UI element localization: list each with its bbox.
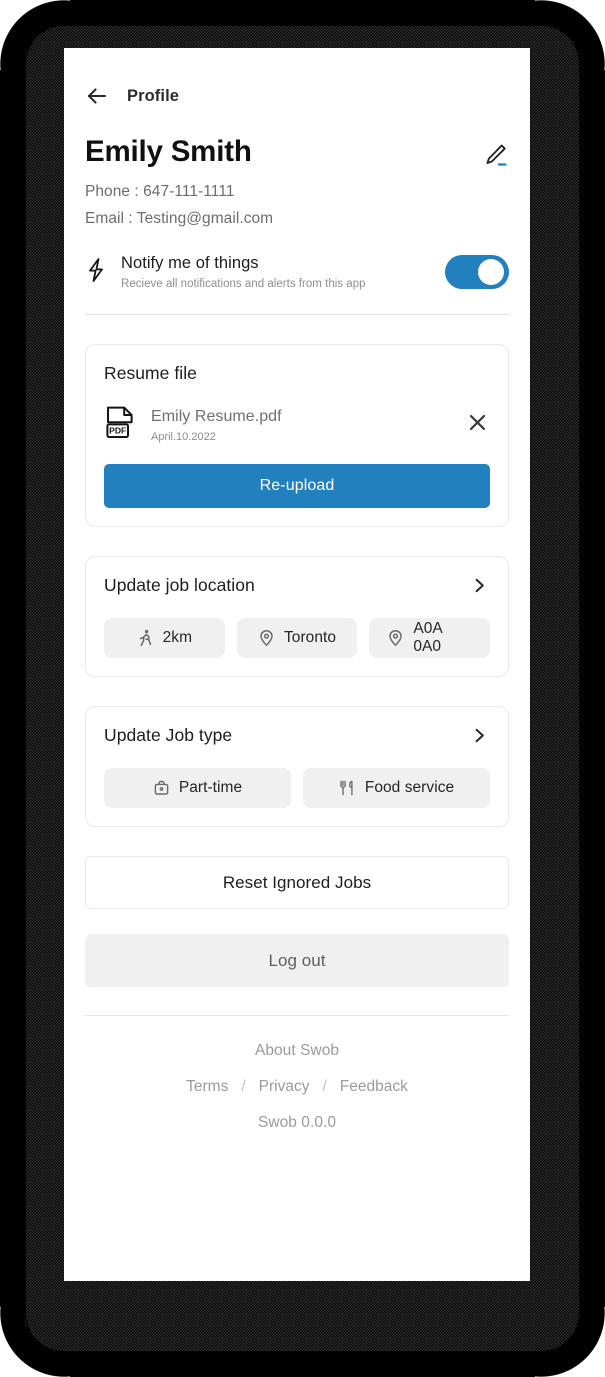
topbar: Profile bbox=[64, 48, 530, 108]
logout-button[interactable]: Log out bbox=[85, 934, 509, 987]
walking-person-icon bbox=[137, 629, 154, 647]
chip-city-label: Toronto bbox=[283, 629, 337, 646]
chevron-right-icon[interactable] bbox=[471, 577, 490, 594]
resume-card: Resume file PDF Emily Resume.pdf April.1… bbox=[85, 344, 509, 527]
resume-file-name: Emily Resume.pdf bbox=[151, 407, 282, 425]
resume-file-row: PDF Emily Resume.pdf April.10.2022 bbox=[104, 406, 490, 444]
footer: About Swob Terms / Privacy / Feedback Sw… bbox=[64, 1016, 530, 1132]
job-type-header[interactable]: Update Job type bbox=[104, 725, 490, 746]
user-name: Emily Smith bbox=[85, 135, 252, 168]
feedback-link[interactable]: Feedback bbox=[340, 1078, 408, 1096]
identity-section: Emily Smith Phone : 647-111-1111 Email :… bbox=[64, 135, 530, 228]
briefcase-icon bbox=[153, 779, 170, 797]
phone-text: Phone : 647-111-1111 bbox=[85, 183, 235, 200]
app-screen: Profile Emily Smith Phone : 647-111-1111… bbox=[64, 48, 530, 1281]
phone-frame: Profile Emily Smith Phone : 647-111-1111… bbox=[0, 0, 605, 1377]
reupload-button[interactable]: Re-upload bbox=[104, 464, 490, 508]
fork-knife-icon bbox=[339, 779, 356, 797]
page-title: Profile bbox=[127, 86, 180, 105]
job-location-header[interactable]: Update job location bbox=[104, 575, 490, 596]
map-pin-icon bbox=[387, 629, 404, 647]
app-version: Swob 0.0.0 bbox=[257, 1114, 337, 1131]
chevron-right-icon[interactable] bbox=[471, 727, 490, 744]
job-type-card[interactable]: Update Job type Part-time Food service bbox=[85, 706, 509, 827]
notifications-row: Notify me of things Recieve all notifica… bbox=[64, 254, 530, 290]
chip-postal-code[interactable]: A0A 0A0 bbox=[369, 618, 491, 658]
footer-separator: / bbox=[322, 1078, 327, 1095]
job-location-title: Update job location bbox=[104, 575, 255, 595]
chip-distance[interactable]: 2km bbox=[104, 618, 225, 658]
notifications-texts: Notify me of things Recieve all notifica… bbox=[121, 254, 445, 290]
footer-separator: / bbox=[241, 1078, 246, 1095]
pencil-edit-icon[interactable] bbox=[482, 136, 509, 169]
resume-file-meta: Emily Resume.pdf April.10.2022 bbox=[151, 408, 468, 443]
chip-food-service[interactable]: Food service bbox=[303, 768, 490, 808]
job-location-card[interactable]: Update job location 2km Toronto A0A 0A0 bbox=[85, 556, 509, 677]
svg-text:PDF: PDF bbox=[109, 426, 126, 436]
job-location-chips: 2km Toronto A0A 0A0 bbox=[104, 618, 491, 658]
footer-links: Terms / Privacy / Feedback bbox=[64, 1078, 530, 1096]
about-swob-link[interactable]: About Swob bbox=[64, 1042, 530, 1060]
resume-card-title: Resume file bbox=[104, 363, 197, 383]
back-arrow-icon[interactable] bbox=[85, 84, 109, 108]
terms-link[interactable]: Terms bbox=[186, 1078, 228, 1096]
privacy-link[interactable]: Privacy bbox=[259, 1078, 310, 1096]
chip-postal-code-label: A0A 0A0 bbox=[413, 620, 442, 655]
chip-distance-label: 2km bbox=[162, 629, 193, 646]
name-row: Emily Smith bbox=[85, 135, 509, 169]
notifications-subtitle: Recieve all notifications and alerts fro… bbox=[121, 278, 366, 290]
map-pin-icon bbox=[258, 629, 275, 647]
notifications-toggle[interactable] bbox=[445, 255, 509, 289]
job-type-title: Update Job type bbox=[104, 725, 233, 745]
chip-part-time[interactable]: Part-time bbox=[104, 768, 291, 808]
chip-part-time-label: Part-time bbox=[178, 779, 243, 796]
section-divider bbox=[85, 314, 509, 315]
lightning-bolt-icon bbox=[85, 257, 121, 288]
email-text: Email : Testing@gmail.com bbox=[85, 210, 274, 227]
chip-food-service-label: Food service bbox=[364, 779, 455, 796]
notifications-title: Notify me of things bbox=[121, 254, 259, 272]
toggle-knob bbox=[478, 259, 504, 285]
job-type-chips: Part-time Food service bbox=[104, 768, 490, 808]
chip-city[interactable]: Toronto bbox=[236, 618, 358, 658]
reset-ignored-jobs-button[interactable]: Reset Ignored Jobs bbox=[85, 856, 509, 909]
resume-file-date: April.10.2022 bbox=[151, 430, 216, 443]
close-x-icon[interactable] bbox=[468, 413, 490, 437]
pdf-file-icon: PDF bbox=[104, 406, 151, 444]
